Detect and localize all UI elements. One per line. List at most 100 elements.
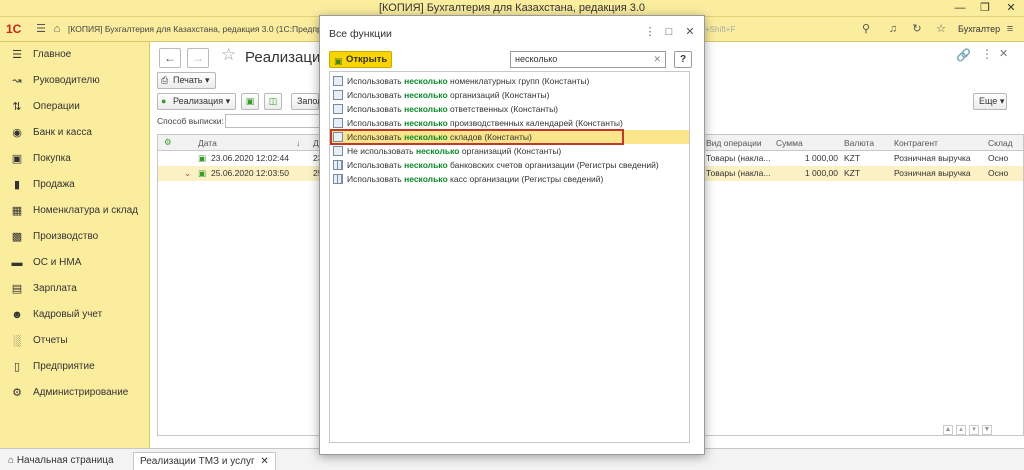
- sidebar-item-warehouse[interactable]: ▦ Номенклатура и склад: [0, 198, 150, 224]
- tab-home[interactable]: ⌂ Начальная страница: [8, 452, 114, 470]
- dialog-title: Все функции: [329, 28, 392, 40]
- constant-icon: [333, 132, 343, 142]
- function-results-list: Использовать несколько номенклатурных гр…: [329, 71, 690, 443]
- favorite-star-icon[interactable]: ☆: [221, 45, 236, 65]
- home-icon[interactable]: ⌂: [50, 22, 64, 36]
- app-menu-icon[interactable]: ☰: [34, 22, 48, 36]
- printer-icon: ⎙: [161, 75, 169, 85]
- list-item[interactable]: Не использовать несколько организаций (К…: [330, 144, 689, 158]
- admin-icon: ⚙: [12, 387, 22, 399]
- dialog-maximize-icon[interactable]: □: [662, 25, 676, 39]
- list-item[interactable]: Использовать несколько ответственных (Ко…: [330, 102, 689, 116]
- window-title: [КОПИЯ] Бухгалтерия для Казахстана, реда…: [378, 2, 646, 14]
- sidebar-item-assets[interactable]: ▬ ОС и НМА: [0, 250, 150, 276]
- star-icon[interactable]: ☆: [934, 22, 948, 36]
- hamburger-icon[interactable]: ≡: [1003, 22, 1017, 36]
- sale-icon: ▮: [13, 179, 21, 191]
- list-item[interactable]: Использовать несколько банковских счетов…: [330, 158, 689, 172]
- sidebar-item-enterprise[interactable]: ▯ Предприятие: [0, 354, 150, 380]
- constant-icon: [333, 90, 343, 100]
- sidebar-item-admin[interactable]: ⚙ Администрирование: [0, 380, 150, 406]
- sidebar-item-production[interactable]: ▩ Производство: [0, 224, 150, 250]
- col-sum[interactable]: Сумма: [776, 138, 803, 148]
- back-button[interactable]: ←: [159, 48, 181, 68]
- sidebar-item-reports[interactable]: ░ Отчеты: [0, 328, 150, 354]
- enterprise-icon: ▯: [13, 361, 21, 373]
- operations-icon: ⇅: [12, 101, 22, 113]
- open-button[interactable]: ▣ Открыть: [329, 51, 392, 68]
- col-warehouse[interactable]: Склад: [988, 138, 1013, 148]
- sidebar-item-sales[interactable]: ▮ Продажа: [0, 172, 150, 198]
- constant-icon: [333, 104, 343, 114]
- copy-button[interactable]: ▣: [241, 93, 259, 110]
- forward-button[interactable]: →: [187, 48, 209, 68]
- current-user[interactable]: Бухгалтер: [958, 24, 1000, 34]
- app-title: [КОПИЯ] Бухгалтерия для Казахстана, реда…: [68, 24, 348, 34]
- tab-realizations[interactable]: Реализации ТМЗ и услуг ✕: [133, 452, 276, 470]
- scroll-down-icon[interactable]: ▾: [969, 425, 979, 435]
- close-icon[interactable]: ✕: [998, 0, 1024, 17]
- realization-button[interactable]: ● Реализация ▾: [157, 93, 237, 110]
- page-title: Реализаци: [245, 49, 321, 66]
- fill-button[interactable]: Запол: [291, 93, 322, 110]
- dt-kt-button[interactable]: ◫: [264, 93, 282, 110]
- minimize-icon[interactable]: —: [947, 0, 973, 17]
- cart-icon: ▣: [11, 153, 23, 165]
- col-operation[interactable]: Вид операции: [706, 138, 762, 148]
- function-search-input[interactable]: несколько ✕: [510, 51, 666, 68]
- sidebar-item-purchase[interactable]: ▣ Покупка: [0, 146, 150, 172]
- all-functions-dialog: Все функции ⋮ □ ✕ ▣ Открыть несколько ✕ …: [319, 15, 705, 455]
- assets-icon: ▬: [11, 257, 23, 269]
- open-icon: ▣: [334, 56, 343, 66]
- list-item[interactable]: Использовать несколько производственных …: [330, 116, 689, 130]
- sidebar-item-salary[interactable]: ▤ Зарплата: [0, 276, 150, 302]
- dialog-close-icon[interactable]: ✕: [683, 25, 697, 39]
- tab-close-icon[interactable]: ✕: [260, 456, 268, 467]
- list-item-selected[interactable]: Использовать несколько складов (Констант…: [330, 129, 689, 145]
- sidebar-item-main[interactable]: ☰ Главное: [0, 42, 150, 68]
- link-icon[interactable]: 🔗: [956, 48, 971, 62]
- home-tab-icon: ⌂: [8, 455, 15, 466]
- col-number[interactable]: Д: [313, 138, 319, 148]
- warehouse-icon: ▦: [11, 205, 23, 217]
- list-item[interactable]: Использовать несколько организаций (Конс…: [330, 88, 689, 102]
- constant-icon: [333, 76, 343, 86]
- sidebar-item-operations[interactable]: ⇅ Операции: [0, 94, 150, 120]
- current-row-arrow-icon: ⌄: [184, 168, 192, 178]
- history-icon[interactable]: ↻: [910, 22, 924, 36]
- maximize-icon[interactable]: ❐: [972, 0, 998, 17]
- list-item[interactable]: Использовать несколько номенклатурных гр…: [330, 74, 689, 88]
- search-icon[interactable]: ⚲: [859, 22, 873, 36]
- posted-icon: ▣: [198, 153, 207, 163]
- bank-icon: ◉: [12, 127, 22, 139]
- filter-input[interactable]: [225, 114, 325, 128]
- bell-icon[interactable]: ♫: [886, 22, 900, 36]
- col-date[interactable]: Дата: [198, 138, 217, 148]
- sidebar-item-hr[interactable]: ☻ Кадровый учет: [0, 302, 150, 328]
- dialog-menu-icon[interactable]: ⋮: [643, 25, 657, 39]
- more-button[interactable]: Еще ▾: [973, 93, 1007, 110]
- scroll-up-icon[interactable]: ▴: [956, 425, 966, 435]
- clear-search-icon[interactable]: ✕: [653, 52, 661, 67]
- list-item[interactable]: Использовать несколько касс организации …: [330, 172, 689, 186]
- col-currency[interactable]: Валюта: [844, 138, 874, 148]
- posted-icon: ▣: [198, 168, 207, 178]
- reports-icon: ░: [13, 335, 21, 347]
- print-button[interactable]: ⎙ Печать ▾: [157, 72, 216, 89]
- filter-label: Способ выписки:: [157, 116, 224, 126]
- scroll-top-icon[interactable]: ▲: [943, 425, 953, 435]
- constant-icon: [333, 146, 343, 156]
- form-close-icon[interactable]: ✕: [999, 47, 1008, 60]
- col-partner[interactable]: Контрагент: [894, 138, 938, 148]
- sidebar-item-manager[interactable]: ↝ Руководителю: [0, 68, 150, 94]
- sidebar: ☰ Главное ↝ Руководителю ⇅ Операции ◉ Банк и…: [0, 42, 150, 448]
- sort-icon[interactable]: ↓: [296, 138, 300, 148]
- form-menu-icon[interactable]: ⋮: [981, 47, 993, 61]
- table-settings-icon[interactable]: ⚙: [164, 137, 172, 148]
- scroll-bottom-icon[interactable]: ▼: [982, 425, 992, 435]
- factory-icon: ▩: [11, 231, 23, 243]
- menu-icon: ☰: [12, 49, 22, 61]
- help-button[interactable]: ?: [674, 51, 692, 68]
- hr-icon: ☻: [11, 309, 23, 321]
- sidebar-item-bank[interactable]: ◉ Банк и касса: [0, 120, 150, 146]
